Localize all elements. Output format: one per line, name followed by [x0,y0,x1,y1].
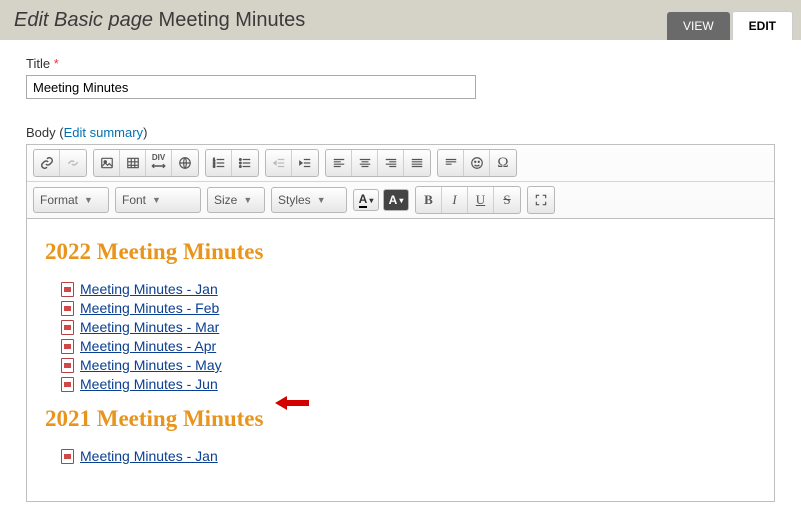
page-title: Edit Basic page Meeting Minutes [14,9,305,32]
header-tabs: VIEW EDIT [665,11,793,40]
styles-dropdown[interactable]: Styles▼ [271,187,347,213]
bg-color-button[interactable]: A▾ [383,189,409,211]
doc-list-2022: Meeting Minutes - Jan Meeting Minutes - … [45,281,756,392]
pdf-icon [61,320,74,335]
omega-icon[interactable]: Ω [490,150,516,176]
pdf-icon [61,301,74,316]
link-icon[interactable] [34,150,60,176]
bold-button[interactable]: B [416,187,442,213]
image-icon[interactable] [94,150,120,176]
required-marker: * [54,56,59,71]
svg-text:3: 3 [213,165,215,169]
wysiwyg-editor: DIV⟷ 123 [26,144,775,502]
toolbar-row-1: DIV⟷ 123 [27,145,774,181]
pdf-icon [61,339,74,354]
doc-link[interactable]: Meeting Minutes - May [80,357,222,373]
title-input[interactable] [26,75,476,99]
size-dropdown[interactable]: Size▼ [207,187,265,213]
underline-button[interactable]: U [468,187,494,213]
doc-link[interactable]: Meeting Minutes - Feb [80,300,219,316]
tab-edit[interactable]: EDIT [732,11,793,40]
list-item: Meeting Minutes - Feb [61,300,756,316]
doc-link[interactable]: Meeting Minutes - Jan [80,448,218,464]
strike-button[interactable]: S [494,187,520,213]
maximize-icon[interactable] [528,187,554,213]
section-heading-2022[interactable]: 2022 Meeting Minutes [45,239,756,265]
doc-list-2021: Meeting Minutes - Jan [45,448,756,464]
ordered-list-icon[interactable]: 123 [206,150,232,176]
content-area: Title * Body (Edit summary) [0,40,801,518]
tab-view[interactable]: VIEW [667,12,730,40]
indent-icon[interactable] [292,150,318,176]
format-dropdown[interactable]: Format▼ [33,187,109,213]
doc-link[interactable]: Meeting Minutes - Mar [80,319,219,335]
list-item: Meeting Minutes - Jan [61,448,756,464]
unordered-list-icon[interactable] [232,150,258,176]
section-heading-2021[interactable]: 2021 Meeting Minutes [45,406,756,432]
list-item: Meeting Minutes - Apr [61,338,756,354]
page-title-name: Meeting Minutes [159,9,306,31]
editor-canvas-wrap: 2022 Meeting Minutes Meeting Minutes - J… [27,218,774,501]
edit-summary-link[interactable]: Edit summary [64,125,143,140]
list-item: Meeting Minutes - May [61,357,756,373]
editor-canvas[interactable]: 2022 Meeting Minutes Meeting Minutes - J… [27,219,774,501]
list-item: Meeting Minutes - Jun [61,376,756,392]
div-icon[interactable]: DIV⟷ [146,150,172,176]
pdf-icon [61,358,74,373]
align-center-icon[interactable] [352,150,378,176]
pdf-icon [61,377,74,392]
page-title-prefix: Edit Basic page [14,9,153,31]
doc-link[interactable]: Meeting Minutes - Apr [80,338,216,354]
body-label: Body (Edit summary) [26,125,775,140]
smiley-icon[interactable] [464,150,490,176]
pdf-icon [61,449,74,464]
unlink-icon [60,150,86,176]
font-dropdown[interactable]: Font▼ [115,187,201,213]
align-justify-icon[interactable] [404,150,430,176]
paragraph-icon[interactable] [438,150,464,176]
align-left-icon[interactable] [326,150,352,176]
doc-link[interactable]: Meeting Minutes - Jun [80,376,218,392]
toolbar-row-2: Format▼ Font▼ Size▼ Styles▼ A▾ A▾ B I U … [27,181,774,218]
align-right-icon[interactable] [378,150,404,176]
outdent-icon [266,150,292,176]
list-item: Meeting Minutes - Mar [61,319,756,335]
page-header: Edit Basic page Meeting Minutes VIEW EDI… [0,0,801,40]
pdf-icon [61,282,74,297]
table-icon[interactable] [120,150,146,176]
text-color-button[interactable]: A▾ [353,189,379,211]
list-item: Meeting Minutes - Jan [61,281,756,297]
globe-icon[interactable] [172,150,198,176]
doc-link[interactable]: Meeting Minutes - Jan [80,281,218,297]
title-label: Title * [26,56,775,71]
italic-button[interactable]: I [442,187,468,213]
